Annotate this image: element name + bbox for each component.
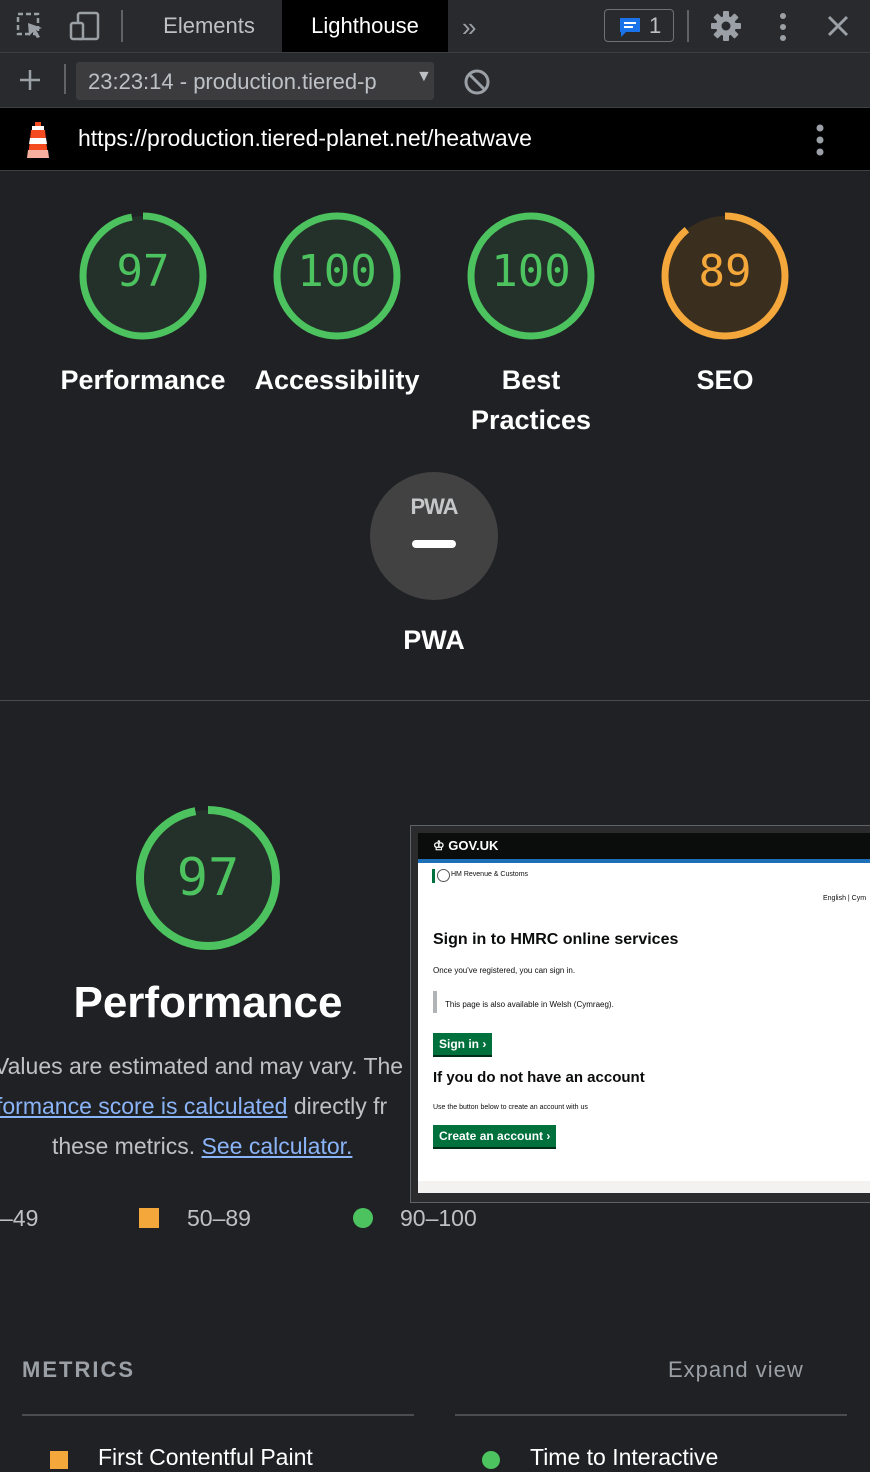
see-calculator-link[interactable]: See calculator.	[202, 1133, 353, 1159]
expand-view-toggle[interactable]: Expand view	[668, 1357, 804, 1383]
signin-button: Sign in ›	[433, 1033, 493, 1055]
section-divider	[0, 700, 870, 701]
legend-average-square-icon	[139, 1208, 159, 1228]
pwa-label: PWA	[403, 625, 465, 655]
pwa-badge-text: PWA	[410, 494, 458, 519]
gov-intro: Once you've registered, you can sign in.	[433, 966, 576, 975]
tab-lighthouse[interactable]: Lighthouse	[282, 0, 448, 52]
report-selector[interactable]: 23:23:14 - production.tiered-p ▼	[76, 62, 434, 100]
gauge-label: Accessibility	[254, 365, 420, 395]
metric-divider	[22, 1414, 414, 1416]
gov-intro2: Use the button below to create an accoun…	[433, 1104, 588, 1111]
performance-score: 97	[176, 848, 240, 908]
message-icon	[620, 18, 640, 37]
chevron-right-icon: ›	[482, 1037, 487, 1051]
report-url[interactable]: https://production.tiered-planet.net/hea…	[78, 125, 532, 152]
performance-description-line3: these metrics. See calculator.	[52, 1133, 353, 1159]
gov-heading: Sign in to HMRC online services	[433, 931, 679, 948]
lighthouse-logo-icon	[24, 120, 52, 165]
performance-description-line1: Values are estimated and may vary. The	[0, 1053, 404, 1079]
gov-footer	[418, 1181, 870, 1193]
more-options-icon[interactable]	[779, 12, 787, 47]
crown-icon: ♔	[433, 838, 445, 853]
toolbar-separator	[121, 10, 123, 42]
clear-block-icon[interactable]	[463, 68, 491, 101]
pwa-gauge[interactable]: PWA	[370, 472, 498, 600]
issues-count: 1	[649, 13, 662, 38]
settings-gear-icon[interactable]	[710, 10, 742, 47]
fcp-average-square-icon	[50, 1451, 68, 1469]
score-gauge-seo[interactable]: 89	[661, 212, 789, 340]
metric-fcp-label: First Contentful Paint	[98, 1444, 313, 1470]
metric-divider	[455, 1414, 847, 1416]
inset-bar	[433, 991, 437, 1013]
gauge-score: 100	[297, 246, 377, 297]
gauge-score: 89	[698, 246, 752, 297]
report-menu-icon[interactable]	[816, 124, 824, 161]
score-gauge-performance[interactable]: 97	[79, 212, 207, 340]
gauge-score: 100	[491, 246, 571, 297]
inspect-element-icon[interactable]	[16, 10, 46, 49]
create-account-button: Create an account ›	[433, 1125, 557, 1147]
toolbar-separator	[687, 10, 689, 42]
chevron-down-icon: ▼	[416, 68, 432, 85]
gauge-label-line: Best	[501, 365, 561, 395]
issues-badge[interactable]: 1	[604, 9, 674, 42]
pwa-dash-icon	[412, 540, 456, 548]
performance-title: Performance	[73, 978, 343, 1027]
gauge-label: SEO	[696, 365, 754, 395]
tti-pass-circle-icon	[482, 1451, 500, 1469]
gauge-label: Best Practices	[431, 360, 631, 440]
new-report-plus-icon[interactable]	[18, 68, 42, 97]
final-screenshot: ♔ GOV.UK HM Revenue & Customs English | …	[418, 833, 870, 1193]
gauge-label-line: Practices	[470, 405, 592, 435]
tab-elements[interactable]: Elements	[140, 0, 278, 52]
govuk-brand: ♔ GOV.UK	[433, 838, 499, 853]
score-calculated-link[interactable]: formance score is calculated	[0, 1093, 287, 1119]
chevron-right-icon: ›	[546, 1129, 551, 1143]
close-icon[interactable]	[826, 14, 850, 43]
legend-pass-range: 90–100	[400, 1205, 477, 1231]
gauge-score: 97	[116, 246, 170, 297]
hmrc-crest-icon	[437, 869, 450, 882]
toolbar-separator	[64, 64, 66, 94]
legend-average-range: 50–89	[187, 1205, 251, 1231]
language-toggle: English | Cym	[823, 895, 867, 902]
metric-tti-label: Time to Interactive	[530, 1444, 719, 1470]
score-gauge-best-practices[interactable]: 100	[467, 212, 595, 340]
gov-inset: This page is also available in Welsh (Cy…	[445, 1000, 614, 1009]
legend-fail-range: –49	[0, 1205, 39, 1231]
hmrc-dept: HM Revenue & Customs	[451, 871, 529, 878]
more-tabs-icon[interactable]: »	[462, 12, 476, 43]
report-selector-value: 23:23:14 - production.tiered-p	[88, 69, 377, 94]
hmrc-bar	[432, 869, 435, 883]
gauge-label: Performance	[60, 365, 226, 395]
gov-heading2: If you do not have an account	[433, 1069, 645, 1086]
govuk-blue-stripe	[418, 859, 870, 863]
device-toolbar-icon[interactable]	[68, 10, 102, 49]
performance-description-line2: formance score is calculated directly fr	[0, 1086, 387, 1126]
score-gauge-accessibility[interactable]: 100	[273, 212, 401, 340]
legend-pass-circle-icon	[353, 1208, 373, 1228]
metrics-heading: METRICS	[22, 1357, 135, 1382]
